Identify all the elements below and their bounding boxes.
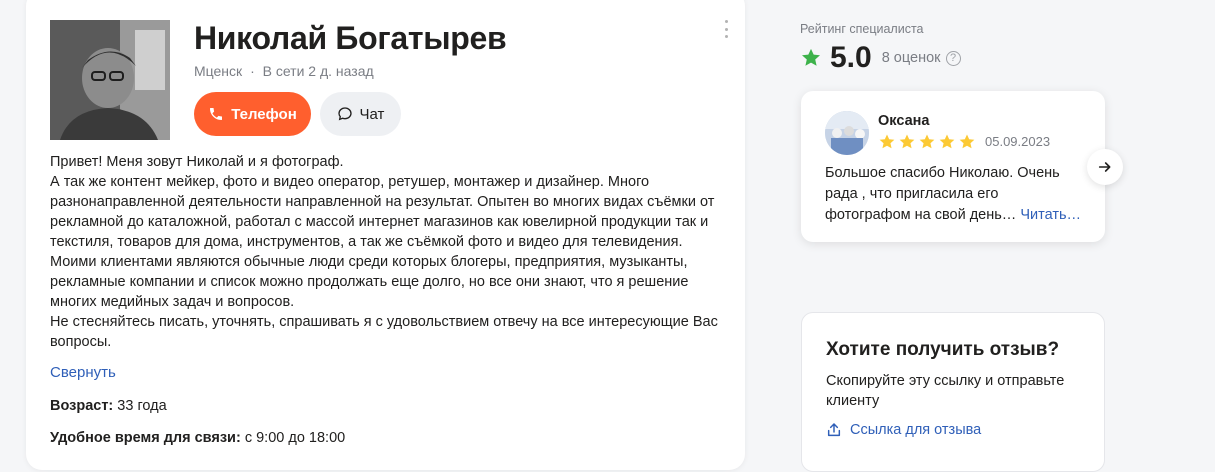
- star-icon: [939, 134, 955, 149]
- chat-button-label: Чат: [359, 105, 385, 123]
- profile-name: Николай Богатырев: [194, 20, 507, 56]
- rating-summary: 5.0 8 оценок ?: [800, 40, 961, 76]
- contact-time-field: Удобное время для связи: с 9:00 до 18:00: [50, 428, 345, 448]
- rating-label: Рейтинг специалиста: [800, 22, 924, 36]
- about-text: Привет! Меня зовут Николай и я фотограф.…: [50, 152, 730, 352]
- star-icon: [879, 134, 895, 149]
- city-label: Мценск: [194, 63, 243, 79]
- chat-button[interactable]: Чат: [320, 92, 401, 136]
- review-text: Большое спасибо Николаю. Очень рада , чт…: [825, 163, 1087, 226]
- review-stars: [878, 133, 976, 151]
- star-icon: [959, 134, 975, 149]
- meta-separator: ·: [250, 63, 255, 79]
- request-review-title: Хотите получить отзыв?: [826, 339, 1060, 360]
- age-label: Возраст:: [50, 398, 114, 414]
- review-link-label: Ссылка для отзыва: [850, 422, 982, 438]
- request-review-card: Хотите получить отзыв? Скопируйте эту сс…: [801, 312, 1105, 472]
- about-line: Не стесняйтесь писать, уточнять, спрашив…: [50, 314, 718, 350]
- share-icon: [827, 423, 841, 437]
- review-link-button[interactable]: Ссылка для отзыва: [826, 422, 981, 438]
- profile-meta: Мценск · В сети 2 д. назад: [194, 62, 374, 80]
- star-icon: [919, 134, 935, 149]
- phone-button[interactable]: Телефон: [194, 92, 311, 136]
- request-review-description: Скопируйте эту ссылку и отправьте клиент…: [826, 373, 1065, 409]
- contact-time-label: Удобное время для связи:: [50, 430, 241, 446]
- rating-count[interactable]: 8 оценок: [882, 50, 941, 66]
- age-value: 33 года: [117, 398, 167, 414]
- reviewer-avatar: [825, 111, 869, 155]
- avatar: [50, 20, 170, 140]
- help-icon[interactable]: ?: [945, 50, 961, 66]
- review-date: 05.09.2023: [985, 134, 1051, 149]
- online-status: В сети 2 д. назад: [262, 63, 374, 79]
- contact-time-value: с 9:00 до 18:00: [244, 430, 346, 446]
- next-review-button[interactable]: [1087, 149, 1123, 185]
- collapse-link[interactable]: Свернуть: [50, 364, 116, 381]
- about-line: Привет! Меня зовут Николай и я фотограф.: [50, 154, 344, 170]
- age-field: Возраст: 33 года: [50, 396, 167, 416]
- read-more-link[interactable]: Читать…: [1020, 207, 1081, 223]
- arrow-right-icon: [1098, 162, 1111, 172]
- reviewer-name: Оксана: [878, 113, 930, 129]
- about-line: А так же контент мейкер, фото и видео оп…: [50, 174, 715, 310]
- phone-icon: [210, 108, 223, 120]
- more-menu-icon[interactable]: [720, 20, 732, 38]
- phone-button-label: Телефон: [231, 105, 297, 123]
- chat-icon: [337, 107, 352, 121]
- rating-value: 5.0: [830, 41, 872, 74]
- review-card[interactable]: Оксана 05.09.2023 Большое спасибо Никола…: [801, 91, 1105, 242]
- star-icon: [899, 134, 915, 149]
- rating-star-icon: [802, 48, 820, 66]
